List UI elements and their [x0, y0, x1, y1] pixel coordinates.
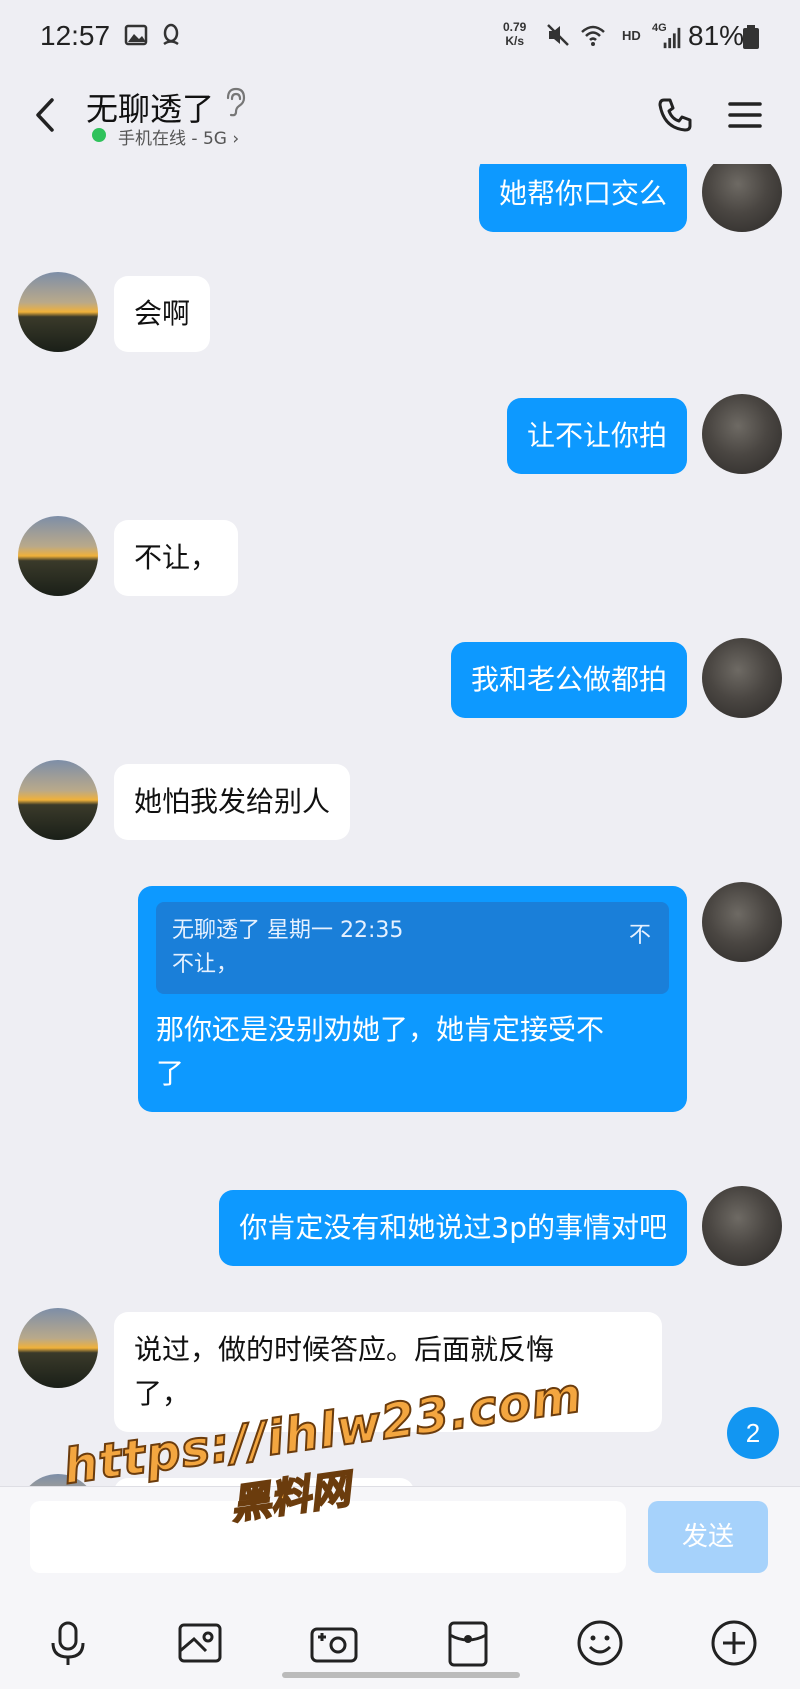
cell-signal: 4G: [652, 22, 682, 50]
message-text: 不让，: [134, 541, 219, 574]
message-text: 会啊: [134, 297, 191, 330]
home-indicator[interactable]: [282, 1672, 520, 1678]
contact-avatar[interactable]: [18, 1308, 98, 1388]
net-speed-unit: K/s: [505, 34, 525, 48]
message-bubble-outgoing[interactable]: 你肯定没有和她说过3p的事情对吧: [219, 1190, 687, 1266]
message-list[interactable]: 她帮你口交么 会啊 让不让你拍 不让， 我和老公做都拍 她怕我发给别人 无聊透了…: [0, 164, 800, 1486]
status-bar: 12:57 0.79 K/s HD 4G 81%: [0, 0, 800, 76]
phone-call-button[interactable]: [650, 90, 700, 140]
hd-indicator: HD: [622, 28, 641, 43]
mute-icon: [547, 24, 569, 46]
status-time: 12:57: [40, 20, 111, 51]
battery-percent: 81%: [688, 20, 745, 51]
plus-icon[interactable]: [706, 1615, 762, 1671]
quote-truncated-text: 不: [628, 923, 651, 948]
message-text: 让不让你拍: [526, 419, 667, 452]
contact-avatar[interactable]: [18, 1474, 98, 1486]
message-text: 她怕我发给别人: [134, 785, 331, 818]
back-button[interactable]: [22, 90, 72, 140]
my-avatar[interactable]: [702, 1186, 782, 1266]
message-text: 你肯定没有和她说过3p的事情对吧: [239, 1211, 667, 1244]
my-avatar[interactable]: [702, 164, 782, 232]
ear-icon[interactable]: [222, 86, 248, 118]
message-bubble-incoming[interactable]: [114, 1478, 414, 1486]
message-bubble-outgoing[interactable]: 让不让你拍: [506, 398, 687, 474]
chat-header: 无聊透了 手机在线 - 5G ›: [0, 76, 800, 164]
chevron-right-icon: ›: [232, 129, 240, 149]
red-packet-icon[interactable]: [440, 1615, 496, 1671]
contact-avatar[interactable]: [18, 760, 98, 840]
input-bar: 发送: [0, 1486, 800, 1689]
signal-bars-icon: [663, 27, 681, 49]
net-speed: 0.79 K/s: [503, 20, 526, 48]
message-text-line: 了: [156, 1057, 185, 1090]
message-bubble-outgoing[interactable]: 她帮你口交么: [478, 164, 687, 232]
message-bubble-incoming[interactable]: 说过，做的时候答应。后面就反悔 了，: [114, 1312, 662, 1432]
send-button[interactable]: 发送: [648, 1501, 768, 1573]
message-bubble-incoming[interactable]: 不让，: [114, 520, 239, 596]
online-status-dot: [92, 128, 106, 142]
battery-icon: [743, 25, 759, 49]
image-icon[interactable]: [172, 1615, 228, 1671]
wifi-icon: [581, 25, 605, 46]
camera-icon[interactable]: [306, 1615, 362, 1671]
unread-count-badge[interactable]: 2: [727, 1407, 779, 1459]
message-input[interactable]: [30, 1501, 626, 1573]
message-text: 她帮你口交么: [498, 177, 667, 210]
online-status[interactable]: 手机在线 - 5G ›: [118, 124, 239, 149]
quote-header: 无聊透了 星期一 22:35: [172, 918, 404, 943]
message-bubble-outgoing-reply[interactable]: 无聊透了 星期一 22:35 不让， 不 那你还是没别劝她了，她肯定接受不 了: [138, 886, 687, 1112]
my-avatar[interactable]: [702, 638, 782, 718]
message-bubble-incoming[interactable]: 她怕我发给别人: [114, 764, 351, 840]
contact-avatar[interactable]: [18, 516, 98, 596]
message-bubble-incoming[interactable]: 会啊: [114, 276, 211, 352]
net-speed-value: 0.79: [503, 20, 527, 34]
message-text-line: 那你还是没别劝她了，她肯定接受不: [156, 1013, 605, 1046]
my-avatar[interactable]: [702, 394, 782, 474]
message-text-line: 了，: [134, 1377, 191, 1410]
emoji-icon[interactable]: [572, 1615, 628, 1671]
message-bubble-outgoing[interactable]: 我和老公做都拍: [450, 642, 687, 718]
quoted-message[interactable]: 无聊透了 星期一 22:35 不让， 不: [156, 902, 669, 994]
gallery-notification-icon: [124, 24, 148, 46]
contact-avatar[interactable]: [18, 272, 98, 352]
my-avatar[interactable]: [702, 882, 782, 962]
qq-notification-icon: [163, 23, 179, 46]
message-text: 我和老公做都拍: [470, 663, 667, 696]
quote-body: 不让，: [172, 952, 239, 977]
menu-button[interactable]: [720, 90, 770, 140]
message-text-line: 说过，做的时候答应。后面就反悔: [134, 1333, 555, 1366]
microphone-icon[interactable]: [40, 1615, 96, 1671]
message-text: 那你还是没别劝她了，她肯定接受不 了: [156, 1008, 669, 1096]
online-status-text: 手机在线 - 5G: [118, 129, 227, 149]
